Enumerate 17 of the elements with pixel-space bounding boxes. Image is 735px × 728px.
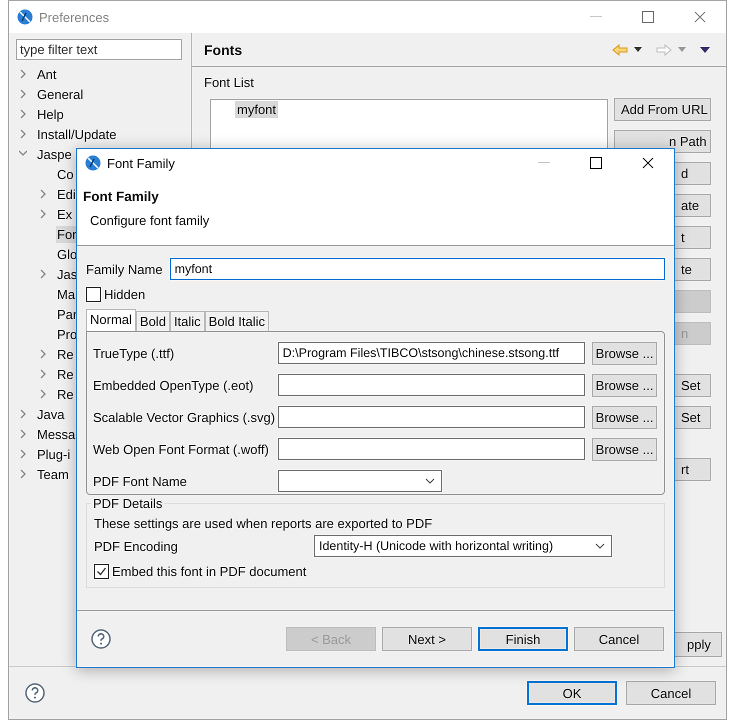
dialog-description: Configure font family <box>90 213 210 228</box>
field-label: PDF Font Name <box>93 474 188 488</box>
dialog-heading: Font Family <box>83 189 160 204</box>
field-label: Embedded OpenType (.eot) <box>93 378 254 392</box>
dialog-title: Font Family <box>107 156 175 170</box>
field-label: Web Open Font Format (.woff) <box>93 442 270 456</box>
font-list-label: Font List <box>204 75 255 90</box>
checkbox-label: Embed this font in PDF document <box>112 564 306 579</box>
pdf-note: These settings are used when reports are exported to PDF <box>94 516 434 531</box>
field-label: TrueType (.ttf) <box>93 346 176 360</box>
pdf-encoding-label: PDF Encoding <box>94 538 179 554</box>
window-title: Preferences <box>39 10 110 24</box>
checkbox-label: Hidden <box>104 287 146 302</box>
field-label: Scalable Vector Graphics (.svg) <box>93 410 276 424</box>
family-name-label: Family Name <box>86 262 163 276</box>
group-title: PDF Details <box>91 496 164 511</box>
page-title: Fonts <box>204 42 242 58</box>
